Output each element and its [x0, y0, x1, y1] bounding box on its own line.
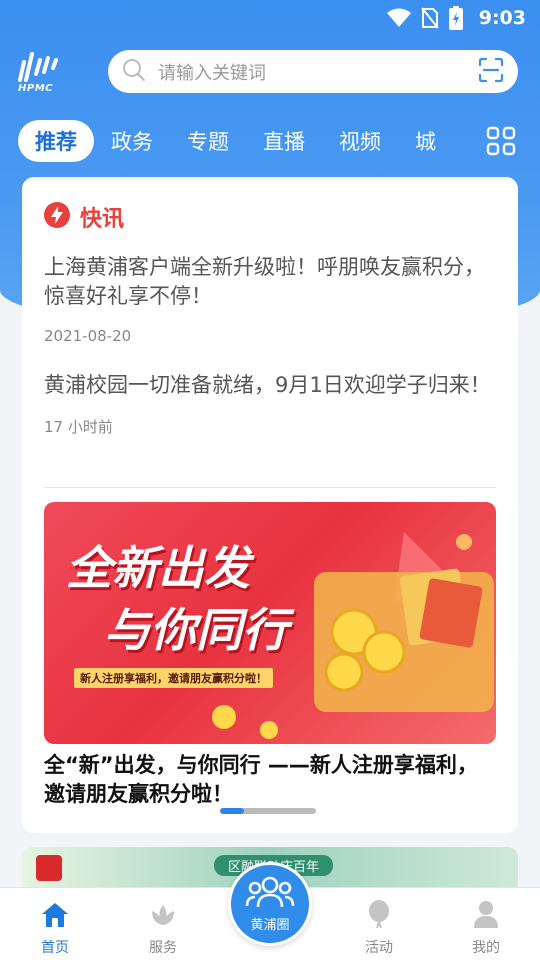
news-title[interactable]: 上海黄浦客户端全新升级啦！呼朋唤友赢积分，惊喜好礼享不停！ — [44, 253, 496, 311]
all-channels-grid-icon[interactable] — [486, 126, 516, 156]
search-input[interactable]: 请输入关键词 — [158, 59, 478, 85]
banner-headline-1: 全新出发 — [66, 541, 250, 595]
news-title[interactable]: 黄浦校园一切准备就绪，9月1日欢迎学子归来！ — [44, 371, 496, 400]
news-date: 17 小时前 — [44, 418, 113, 436]
news-card: 快讯 上海黄浦客户端全新升级啦！呼朋唤友赢积分，惊喜好礼享不停！ 2021-08… — [22, 177, 518, 833]
no-sim-icon — [420, 7, 439, 29]
user-icon — [471, 899, 501, 933]
battery-charging-icon — [448, 6, 463, 30]
list-item[interactable]: 上海黄浦客户端全新升级啦！呼朋唤友赢积分，惊喜好礼享不停！ 2021-08-20 — [44, 253, 496, 345]
search-icon — [122, 58, 146, 86]
status-time: 9:03 — [478, 7, 526, 29]
balloon-icon — [364, 899, 394, 933]
tab-government[interactable]: 政务 — [94, 120, 170, 162]
center-button-label: 黄浦圈 — [250, 917, 290, 933]
nav-mine-label: 我的 — [472, 940, 500, 956]
logo-mark-icon — [18, 52, 58, 82]
home-icon — [40, 901, 70, 933]
banner-subline: 新人注册享福利，邀请朋友赢积分啦！ — [74, 668, 273, 688]
nav-service-label: 服务 — [149, 940, 177, 956]
flash-title: 快讯 — [80, 207, 125, 232]
nav-mine[interactable]: 我的 — [446, 888, 526, 960]
nav-service[interactable]: 服务 — [123, 888, 203, 960]
nav-home-label: 首页 — [41, 940, 69, 956]
tab-video[interactable]: 视频 — [322, 120, 398, 162]
banner2-logo-icon — [36, 855, 62, 881]
search-box[interactable]: 请输入关键词 — [108, 50, 518, 93]
app-logo[interactable]: HPMC — [16, 50, 68, 96]
news-date: 2021-08-20 — [44, 327, 132, 345]
logo-text: HPMC — [18, 83, 53, 94]
tab-recommend[interactable]: 推荐 — [18, 120, 94, 162]
divider — [44, 487, 496, 488]
category-tabs: 推荐 政务 专题 直播 视频 城 — [18, 120, 478, 162]
promo-banner[interactable]: 全新出发 与你同行 新人注册享福利，邀请朋友赢积分啦！ — [44, 502, 496, 744]
carousel-indicator-active — [220, 808, 244, 814]
group-icon — [245, 876, 295, 912]
wifi-icon — [386, 8, 411, 28]
status-bar: 9:03 — [0, 0, 540, 36]
lotus-icon — [148, 901, 178, 933]
nav-home[interactable]: 首页 — [15, 888, 95, 960]
tab-topics[interactable]: 专题 — [170, 120, 246, 162]
banner-caption[interactable]: 全“新”出发，与你同行 ——新人注册享福利，邀请朋友赢积分啦！ — [44, 751, 496, 809]
list-item[interactable]: 黄浦校园一切准备就绪，9月1日欢迎学子归来！ 17 小时前 — [44, 371, 496, 437]
carousel-indicator — [220, 808, 316, 814]
tab-live[interactable]: 直播 — [246, 120, 322, 162]
lightning-icon — [44, 202, 70, 232]
flash-header: 快讯 — [44, 201, 124, 233]
nav-activity[interactable]: 活动 — [339, 888, 419, 960]
nav-activity-label: 活动 — [365, 940, 393, 956]
circle-center-button[interactable]: 黄浦圈 — [228, 862, 312, 946]
scan-icon[interactable] — [478, 57, 504, 87]
banner-headline-2: 与你同行 — [104, 603, 288, 657]
tab-city[interactable]: 城 — [398, 120, 453, 162]
